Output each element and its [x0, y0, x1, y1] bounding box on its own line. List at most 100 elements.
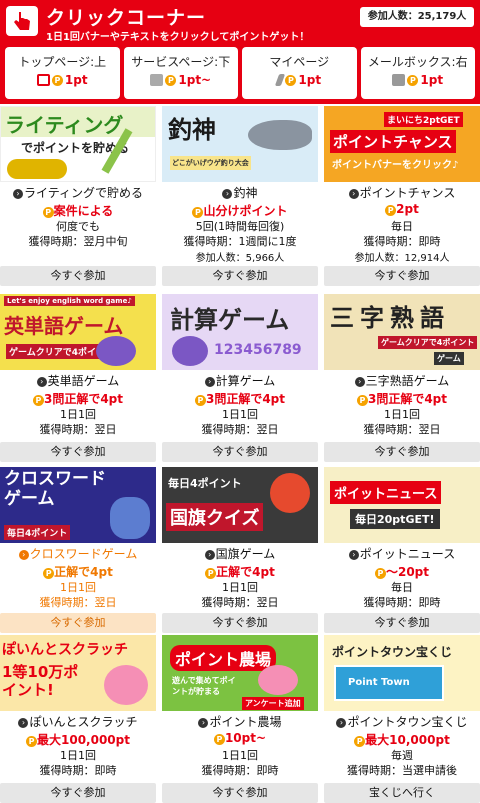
card-name[interactable]: › ポイントチャンス	[324, 184, 480, 201]
card-name[interactable]: › 釣神	[162, 184, 318, 201]
card-name[interactable]: › クロスワードゲーム	[0, 545, 156, 562]
card-points: P ～20pt	[324, 563, 480, 580]
arrow-icon: ›	[18, 718, 29, 728]
banner-english-word[interactable]: Let's enjoy english word game♪ 英単語ゲーム ゲー…	[0, 294, 156, 370]
banner-sanji-jukugo[interactable]: 三字熟語 ゲームクリアで4ポイント ゲーム	[324, 294, 480, 370]
banner-crossword[interactable]: クロスワードゲーム 毎日4ポイント	[0, 467, 156, 543]
point-coin-icon: P	[32, 395, 44, 406]
arrow-icon: ›	[348, 550, 359, 560]
banner-point-scratch[interactable]: ぽいんとスクラッチ 1等10万ポイント!	[0, 635, 156, 711]
banner-subtitle: 毎日4ポイント	[168, 477, 242, 490]
nav-mailbox[interactable]: メールボックス:右 P 1pt	[360, 47, 475, 99]
arrow-icon: ›	[336, 718, 347, 728]
arrow-icon: ›	[18, 550, 29, 560]
nav-my-page[interactable]: マイページ P 1pt	[242, 47, 357, 99]
card-name[interactable]: › ライティングで貯める	[0, 184, 156, 201]
point-coin-icon: P	[205, 568, 217, 579]
card-frequency: 毎週	[391, 749, 413, 762]
card-frequency: 1日1回	[222, 749, 258, 762]
card-timing: 獲得時期：翌日	[39, 423, 117, 436]
card-timing: 獲得時期：即時	[363, 596, 441, 609]
banner-pointtown-lottery[interactable]: ポイントタウン宝くじ Point Town	[324, 635, 480, 711]
join-button[interactable]: 今すぐ参加	[324, 266, 480, 286]
card-name[interactable]: › 英単語ゲーム	[0, 372, 156, 389]
card-name-text: クロスワードゲーム	[29, 547, 138, 561]
point-coin-icon: P	[51, 74, 63, 86]
lottery-button[interactable]: 宝くじへ行く	[324, 783, 480, 803]
card-name[interactable]: › ポイットニュース	[324, 545, 480, 562]
banner-title: 三字熟語	[330, 304, 450, 332]
nav-points: P 1pt	[36, 73, 88, 87]
arrow-icon: ›	[348, 189, 359, 199]
card-timing: 獲得時期：翌日	[363, 423, 441, 436]
point-coin-icon: P	[374, 568, 386, 579]
card-points-value: 最大100,000pt	[37, 733, 130, 747]
nav-top-page[interactable]: トップページ:上 P 1pt	[5, 47, 120, 99]
join-button[interactable]: 今すぐ参加	[0, 613, 156, 633]
banner-writing[interactable]: ライティング でポイントを貯める	[0, 106, 156, 182]
card-name-text: ポイントチャンス	[359, 186, 456, 200]
card-name[interactable]: › 計算ゲーム	[162, 372, 318, 389]
join-button[interactable]: 今すぐ参加	[0, 266, 156, 286]
card-points: P 最大10,000pt	[324, 731, 480, 748]
banner-subtitle: どこがいげウゲ釣り大会	[170, 156, 251, 170]
arrow-icon: ›	[36, 377, 47, 387]
arrow-icon: ›	[204, 377, 215, 387]
card-frequency: 1日1回	[60, 408, 96, 421]
card-frequency: 1日1回	[222, 408, 258, 421]
nav-points: P 1pt	[392, 73, 443, 87]
join-button[interactable]: 今すぐ参加	[162, 783, 318, 803]
banner-point-chance[interactable]: まいにち2ptGET ポイントチャンス ポイントバナーをクリック♪	[324, 106, 480, 182]
card-name-text: ポイント農場	[209, 715, 282, 729]
card-timing: 獲得時期：翌月中旬	[28, 235, 128, 248]
card-name[interactable]: › ぽいんとスクラッチ	[0, 713, 156, 730]
nav-label: マイページ	[269, 55, 330, 69]
card-points-value: 3問正解で4pt	[43, 392, 124, 406]
card-points-value: 案件による	[53, 204, 114, 218]
join-button[interactable]: 今すぐ参加	[324, 442, 480, 462]
join-button[interactable]: 今すぐ参加	[162, 266, 318, 286]
character-decoration	[270, 473, 310, 513]
banner-poit-news[interactable]: ポイットニュース 毎日20ptGET!	[324, 467, 480, 543]
pig-decoration	[258, 665, 298, 695]
nav-points-value: 1pt	[298, 73, 322, 87]
card-points: P 案件による	[0, 202, 156, 219]
card-name[interactable]: › ポイント農場	[162, 713, 318, 730]
join-button[interactable]: 今すぐ参加	[162, 613, 318, 633]
point-coin-icon: P	[385, 205, 397, 216]
banner-top-label: Let's enjoy english word game♪	[4, 296, 135, 306]
card-points-value: 山分けポイント	[203, 204, 288, 218]
join-button[interactable]: 今すぐ参加	[0, 442, 156, 462]
point-coin-icon: P	[213, 734, 225, 745]
mail-icon	[392, 74, 406, 86]
point-coin-icon: P	[26, 736, 37, 747]
card-name[interactable]: › 三字熟語ゲーム	[324, 372, 480, 389]
banner-calculation[interactable]: 計算ゲーム 123456789	[162, 294, 318, 370]
character-decoration	[104, 665, 148, 705]
arrow-icon: ›	[222, 189, 233, 199]
banner-tsurigami[interactable]: 釣神 どこがいげウゲ釣り大会	[162, 106, 318, 182]
card-points: P 最大100,000pt	[0, 731, 156, 748]
card-name-text: 三字熟語ゲーム	[365, 374, 450, 388]
card-name[interactable]: › 国旗ゲーム	[162, 545, 318, 562]
join-button[interactable]: 今すぐ参加	[0, 783, 156, 803]
banner-title: ポイントタウン宝くじ	[332, 645, 453, 659]
participants-badge: 参加人数：25,179人	[360, 7, 474, 27]
card-points-value: 最大10,000pt	[365, 733, 450, 747]
banner-point-farm[interactable]: ポイント農場 遊んで集めてポイントが貯まる アンケート追加	[162, 635, 318, 711]
card-name[interactable]: › ポイントタウン宝くじ	[324, 713, 480, 730]
arrow-icon: ›	[354, 377, 365, 387]
join-button[interactable]: 今すぐ参加	[324, 613, 480, 633]
nav-points-value: 1pt	[64, 73, 88, 87]
banner-subtitle: 1等10万ポイント!	[2, 663, 79, 699]
card-frequency: 5回(1時間毎回復)	[195, 220, 285, 233]
card-points: P 10pt~	[162, 731, 318, 745]
coins-decoration	[7, 159, 67, 179]
banner-top-label: まいにち2ptGET	[384, 112, 463, 127]
join-button[interactable]: 今すぐ参加	[162, 442, 318, 462]
card-timing: 獲得時期：即時	[201, 764, 279, 777]
banner-national-flag[interactable]: 毎日4ポイント 国旗クイズ	[162, 467, 318, 543]
card-points: P 正解で4pt	[162, 563, 318, 580]
nav-service-page[interactable]: サービスページ:下 P 1pt~	[123, 47, 238, 99]
pencil-icon	[275, 74, 286, 86]
